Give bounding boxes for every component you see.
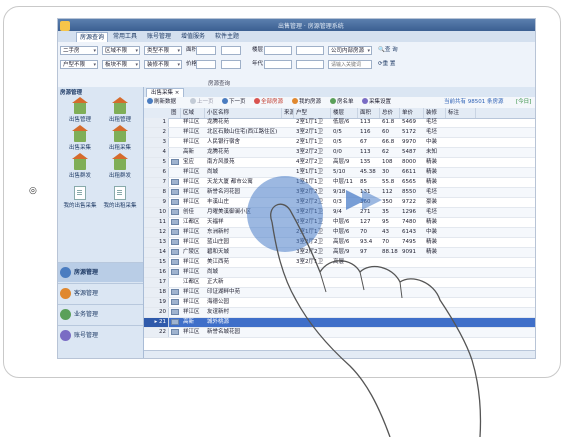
hand-gesture-illustration bbox=[270, 190, 482, 437]
swipe-arrow-icon bbox=[362, 190, 382, 210]
